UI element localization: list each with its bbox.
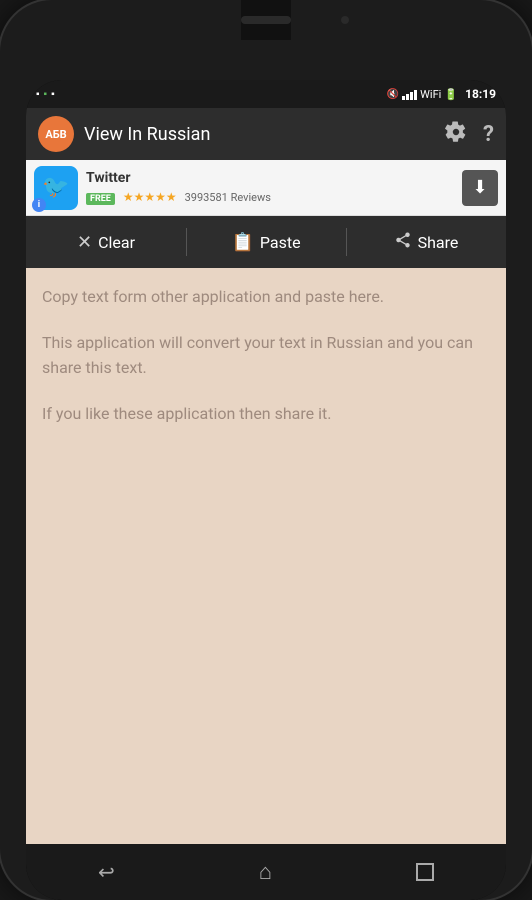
ad-stars: ★★★★★ (123, 190, 177, 204)
share-button[interactable]: Share (346, 216, 506, 268)
info-badge: i (32, 198, 46, 212)
speaker (241, 16, 291, 24)
status-left-icons: ▪ ▪ ▪ (36, 89, 387, 100)
paste-button[interactable]: 📋 Paste (186, 216, 346, 268)
status-time: 18:19 (465, 87, 496, 101)
app-title: View In Russian (84, 124, 445, 145)
paste-label: Paste (260, 233, 301, 252)
wifi-icon: WiFi (420, 88, 441, 101)
ad-rating-row: FREE ★★★★★ 3993581 Reviews (86, 186, 462, 205)
ad-reviews: 3993581 Reviews (185, 191, 271, 204)
help-icon[interactable]: ? (483, 122, 494, 147)
content-area[interactable]: Copy text form other application and pas… (26, 268, 506, 844)
gear-icon[interactable] (445, 121, 467, 148)
mute-icon: 🔇 (387, 89, 399, 100)
bar-icon: ▪ (51, 89, 55, 100)
ad-free-badge: FREE (86, 193, 115, 205)
recent-icon (416, 863, 434, 881)
battery-icon: 🔋 (444, 88, 458, 101)
home-icon: ⌂ (259, 859, 272, 885)
twitter-bird-icon: 🐦 (42, 175, 69, 200)
message-icon: ▪ (44, 89, 48, 100)
status-right-icons: 🔇 WiFi 🔋 18:19 (387, 87, 496, 101)
camera-dot (341, 16, 349, 24)
back-button[interactable]: ↩ (74, 852, 139, 892)
share-label: Share (418, 233, 459, 252)
placeholder-text: Copy text form other application and pas… (42, 284, 490, 426)
ad-app-name: Twitter (86, 170, 462, 186)
notification-icon: ▪ (36, 89, 40, 100)
ad-info: Twitter FREE ★★★★★ 3993581 Reviews (86, 170, 462, 205)
clipboard-icon: 📋 (231, 232, 253, 253)
header-icons: ? (445, 121, 494, 148)
recent-button[interactable] (392, 855, 458, 889)
bottom-nav: ↩ ⌂ (26, 844, 506, 900)
close-icon: ✕ (77, 232, 92, 253)
clear-label: Clear (98, 233, 135, 252)
phone-screen: ▪ ▪ ▪ 🔇 WiFi 🔋 18:19 АБВ View In Russian (26, 80, 506, 900)
status-bar: ▪ ▪ ▪ 🔇 WiFi 🔋 18:19 (26, 80, 506, 108)
clear-button[interactable]: ✕ Clear (26, 216, 186, 268)
placeholder-line-1: Copy text form other application and pas… (42, 284, 490, 310)
twitter-ad-icon: 🐦 i (34, 166, 78, 210)
phone-top-bar (241, 0, 291, 40)
signal-bars (402, 88, 417, 100)
phone-frame: ▪ ▪ ▪ 🔇 WiFi 🔋 18:19 АБВ View In Russian (0, 0, 532, 900)
app-header: АБВ View In Russian ? (26, 108, 506, 160)
ad-banner: 🐦 i Twitter FREE ★★★★★ 3993581 Reviews ⬇ (26, 160, 506, 216)
home-button[interactable]: ⌂ (235, 851, 296, 893)
app-logo: АБВ (38, 116, 74, 152)
placeholder-line-2: This application will convert your text … (42, 330, 490, 381)
placeholder-line-3: If you like these application then share… (42, 401, 490, 427)
back-icon: ↩ (98, 860, 115, 884)
ad-download-button[interactable]: ⬇ (462, 170, 498, 206)
toolbar: ✕ Clear 📋 Paste Share (26, 216, 506, 268)
share-icon (394, 231, 412, 254)
